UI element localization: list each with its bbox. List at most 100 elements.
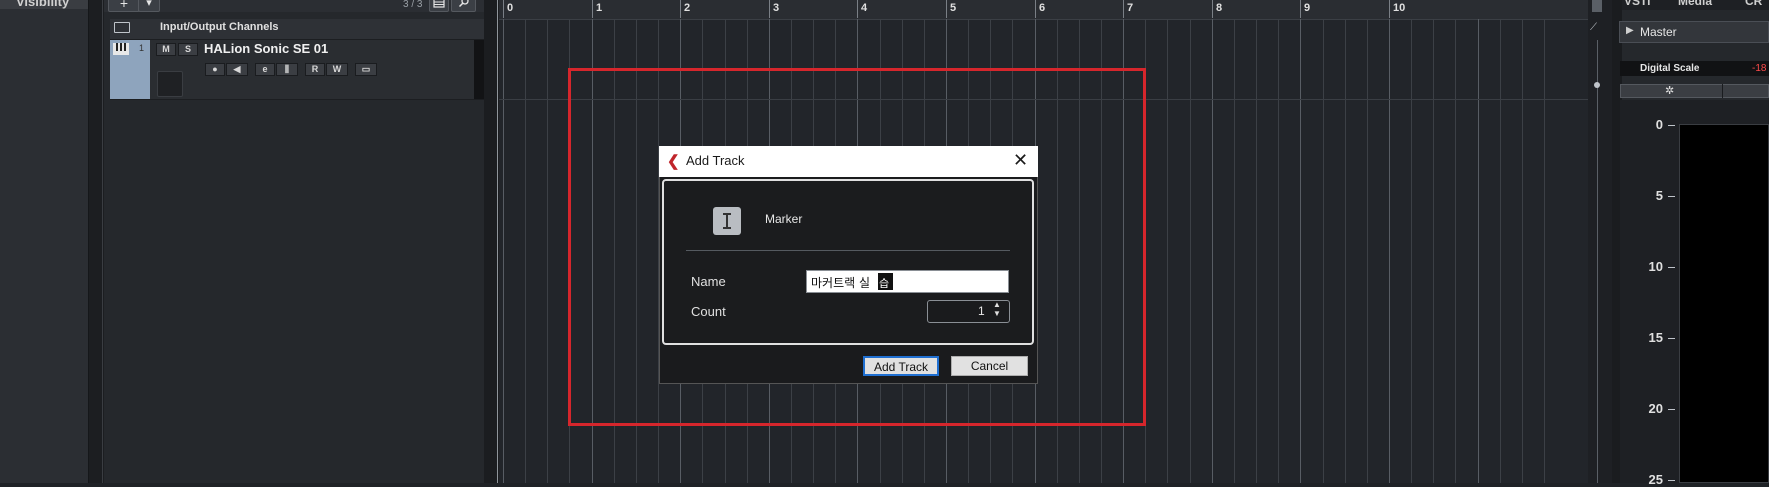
cubase-logo-icon: ❮ [667,153,680,170]
meter-scale-label: 20 [1648,401,1663,416]
spinner-arrows-icon[interactable]: ▲ ▼ [993,300,1001,318]
ruler-tick [1212,0,1213,18]
meter-scale-label: 10 [1648,259,1663,274]
track-level-meter [474,40,484,99]
count-label: Count [691,304,726,319]
grid-beat-line [547,19,548,483]
ruler-tick [1300,0,1301,18]
ruler-bar-label: 4 [861,2,868,14]
minimize-icon[interactable]: – [80,0,87,5]
add-track-button[interactable]: Add Track [863,356,939,376]
add-track-button[interactable]: + [108,0,140,12]
scale-label: Digital Scale [1640,63,1700,74]
grid-beat-line [1234,19,1235,483]
folder-icon [114,22,130,33]
name-label: Name [691,274,726,289]
scale-value: -18 [1752,63,1767,74]
grid-beat-line [1544,19,1545,483]
grid-beat-line [1411,19,1412,483]
ruler-tick [503,0,504,18]
ruler-bar-label: 0 [507,2,514,14]
list-view-icon[interactable] [429,0,449,12]
ruler-tick [1123,0,1124,18]
ruler-bar-label: 1 [596,2,603,14]
zoom-slider-track[interactable] [1597,40,1598,483]
meter-scale-tick [1668,480,1675,481]
meter-scale-tick [1668,267,1675,268]
keyboard-icon [113,43,129,55]
instrument-keyboard-icon[interactable]: ⫼ [276,63,298,76]
search-icon[interactable] [451,0,476,12]
tab-vsti[interactable]: VSTi [1624,0,1650,8]
close-icon[interactable]: ✕ [1013,150,1028,171]
ruler-bar-label: 5 [950,2,957,14]
visibility-title: Visibility [16,0,70,9]
grid-beat-line [1433,19,1434,483]
grid-beat-line [1256,19,1257,483]
tab-cr[interactable]: CR [1745,0,1762,8]
ruler-bar-label: 2 [684,2,691,14]
meter-scale-tick [1668,196,1675,197]
grid-beat-line [1455,19,1456,483]
splitter[interactable] [484,0,499,483]
ruler-tick [680,0,681,18]
ruler-tick [946,0,947,18]
ruler-bar-label: 7 [1127,2,1134,14]
pencil-icon[interactable]: ⟋ [1590,22,1597,33]
ruler-bar-label: 9 [1304,2,1311,14]
meter-settings-bar[interactable] [1620,84,1769,98]
grid-beat-line [1345,19,1346,483]
add-track-dropdown-icon[interactable]: ▾ [138,0,160,12]
visibility-panel [0,0,89,483]
divider [1722,84,1723,98]
dialog-separator [686,250,1010,251]
panel-divider[interactable] [89,0,104,483]
track-type-label: Marker [765,212,803,226]
track-number: 1 [139,43,145,53]
grid-beat-line [1167,19,1168,483]
meter-scale-tick [1668,409,1675,410]
track-name: Input/Output Channels [160,21,279,33]
name-field[interactable]: 마커트랙 실 [806,270,1009,293]
meter-scale-label: 25 [1648,472,1663,487]
ruler-bar-label: 8 [1216,2,1223,14]
marker-track-icon [713,207,741,235]
ruler-tick [769,0,770,18]
meter-scale-label: 15 [1648,330,1663,345]
meter-scale-tick [1668,338,1675,339]
grid-beat-line [525,19,526,483]
expand-icon[interactable]: ▶ [1626,25,1634,36]
record-enable-button[interactable]: ● [205,63,225,76]
count-value[interactable]: 1 [978,304,985,318]
zoom-menu-icon[interactable] [1592,0,1602,12]
gear-icon[interactable]: ✲ [1665,84,1674,97]
read-automation-button[interactable]: R [305,63,325,76]
grid-beat-line [1323,19,1324,483]
grid-beat-line [1278,19,1279,483]
zoom-slider-handle[interactable] [1594,82,1600,88]
tab-media[interactable]: Media [1678,0,1712,8]
grid-beat-line [1522,19,1523,483]
grid-bar-line [1300,19,1301,483]
grid-beat-line [1367,19,1368,483]
grid-bar-line [1389,19,1390,483]
dialog-title: Add Track [686,153,745,168]
lane-icon[interactable]: ▭ [355,63,377,76]
ruler-tick [1389,0,1390,18]
ruler-bar-label: 3 [773,2,780,14]
vertical-zoom-bar[interactable] [1588,0,1612,483]
write-automation-button[interactable]: W [326,63,348,76]
ruler-tick [592,0,593,18]
track-list-toolbar [104,0,484,12]
level-meter [1679,124,1769,483]
mute-button[interactable]: M [156,43,176,56]
grid-bar-line [503,19,504,483]
track-picture[interactable] [157,71,183,97]
edit-instrument-icon[interactable]: e [255,63,275,76]
track-count: 3 / 3 [403,0,423,10]
cancel-button[interactable]: Cancel [951,356,1028,376]
monitor-icon[interactable]: ◀ [226,63,248,76]
track-name[interactable]: HALion Sonic SE 01 [204,41,328,56]
ruler-bar-label: 6 [1039,2,1046,14]
solo-button[interactable]: S [178,43,198,56]
